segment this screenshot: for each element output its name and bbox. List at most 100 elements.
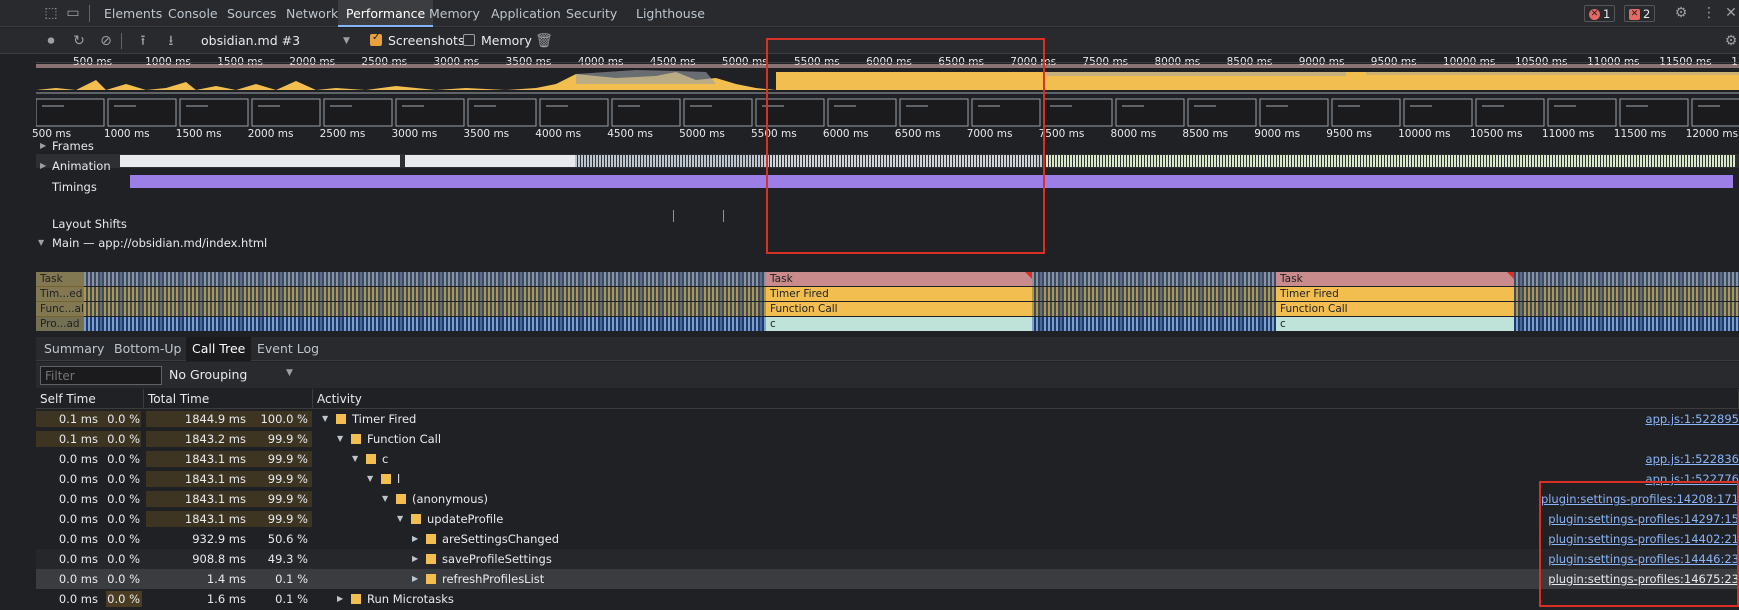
flame-row-label[interactable]: Pro...ad	[36, 317, 84, 332]
filter-input[interactable]	[40, 366, 162, 385]
issue-count-badge[interactable]: ✕ 2	[1624, 5, 1656, 22]
frames-expand-icon[interactable]: ▶	[40, 141, 46, 150]
frame-tick	[1355, 155, 1357, 167]
flame-slice	[1580, 272, 1582, 286]
grouping-select[interactable]: No Grouping	[169, 362, 247, 388]
collapse-icon[interactable]: ▼	[322, 409, 328, 429]
column-header-total-time[interactable]: Total Time	[144, 389, 313, 409]
tab-lighthouse[interactable]: Lighthouse	[628, 0, 713, 27]
tab-sources[interactable]: Sources	[219, 0, 284, 27]
table-row[interactable]: 0.0 ms 0.0 % 1.4 ms 0.1 % ▶ refreshProfilesLi…	[36, 569, 1739, 589]
collapse-icon[interactable]: ▼	[367, 469, 373, 489]
timer-fired-bar-label[interactable]: Timer Fired	[1276, 287, 1514, 302]
table-row[interactable]: 0.0 ms 0.0 % 908.8 ms 49.3 % ▶ saveProfileSet…	[36, 549, 1739, 569]
tab-security[interactable]: Security	[558, 0, 625, 27]
expand-icon[interactable]: ▶	[412, 569, 418, 589]
download-icon[interactable]: ⭳	[162, 32, 180, 50]
tab-event-log[interactable]: Event Log	[251, 337, 325, 361]
collapse-icon[interactable]: ▼	[352, 449, 358, 469]
collect-garbage-icon[interactable]: 🗑	[535, 32, 553, 50]
error-count-badge[interactable]: ✕ 1	[1584, 5, 1616, 22]
flame-slice	[1728, 317, 1730, 331]
flame-slice	[696, 317, 698, 331]
flame-slice	[180, 287, 182, 301]
capture-settings-icon[interactable]: ⚙	[1722, 32, 1739, 50]
flame-slice	[212, 272, 214, 286]
table-row[interactable]: 0.0 ms 0.0 % 932.9 ms 50.6 % ▶ areSettingsCha…	[36, 529, 1739, 549]
tab-memory[interactable]: Memory	[421, 0, 488, 27]
flame-slice	[1664, 287, 1666, 301]
column-header-self-time[interactable]: Self Time	[36, 389, 144, 409]
expand-icon[interactable]: ▶	[412, 549, 418, 569]
c-bar-label[interactable]: c	[1276, 317, 1514, 332]
frames-track-label[interactable]: Frames	[52, 139, 94, 153]
timer-fired-bar-label[interactable]: Timer Fired	[766, 287, 1032, 302]
frame-tick	[611, 155, 613, 167]
main-collapse-icon[interactable]: ▼	[38, 238, 44, 247]
flame-slice	[604, 302, 606, 316]
animation-expand-icon[interactable]: ▶	[40, 161, 46, 170]
flame-slice	[316, 272, 318, 286]
tab-bottom-up[interactable]: Bottom-Up	[108, 337, 187, 361]
expand-icon[interactable]: ▶	[412, 529, 418, 549]
tab-summary[interactable]: Summary	[38, 337, 110, 361]
memory-checkbox[interactable]	[463, 34, 475, 46]
close-icon[interactable]: ✕	[1722, 4, 1739, 22]
function-call-bar-label[interactable]: Function Call	[766, 302, 1032, 317]
tab-network[interactable]: Network	[278, 0, 346, 27]
table-row[interactable]: 0.1 ms 0.0 % 1843.2 ms 99.9 % ▼ Function Call	[36, 429, 1739, 449]
tab-performance[interactable]: Performance	[338, 0, 434, 27]
collapse-icon[interactable]: ▼	[382, 489, 388, 509]
task-bar-label[interactable]: Task	[1276, 272, 1514, 287]
flame-row-label[interactable]: Tim...ed	[36, 287, 84, 302]
flame-slice	[1608, 302, 1610, 316]
flame-slice	[1236, 317, 1238, 331]
main-track-label[interactable]: Main — app://obsidian.md/index.html	[52, 236, 267, 250]
upload-icon[interactable]: ⭱	[134, 32, 152, 50]
source-link[interactable]: app.js:1:522836	[1646, 449, 1739, 469]
tab-application[interactable]: Application	[483, 0, 569, 27]
flame-slice	[1272, 272, 1274, 286]
table-row[interactable]: 0.1 ms 0.0 % 1844.9 ms 100.0 % ▼ Timer Fired a…	[36, 409, 1739, 429]
frame-tick	[1466, 155, 1468, 167]
function-call-bar-label[interactable]: Function Call	[1276, 302, 1514, 317]
flame-slice	[388, 302, 390, 316]
more-options-icon[interactable]: ⋮	[1700, 4, 1718, 22]
flame-slice	[436, 302, 438, 316]
flame-slice	[256, 302, 258, 316]
frame-tick	[1454, 155, 1456, 167]
flame-slice	[1672, 272, 1674, 286]
c-bar-label[interactable]: c	[766, 317, 1032, 332]
screenshot-thumbnail-line	[114, 105, 136, 107]
flame-slice	[732, 317, 734, 331]
collapse-icon[interactable]: ▼	[397, 509, 403, 529]
flame-row-label[interactable]: Task	[36, 272, 84, 287]
gear-icon[interactable]: ⚙	[1672, 4, 1690, 22]
animation-track-label[interactable]: Animation	[52, 159, 111, 173]
collapse-icon[interactable]: ▼	[337, 429, 343, 449]
device-toolbar-icon[interactable]: ▭	[64, 4, 82, 22]
flame-slice	[1176, 287, 1178, 301]
tab-console[interactable]: Console	[160, 0, 226, 27]
flame-slice	[272, 287, 274, 301]
reload-record-icon[interactable]: ↻	[70, 32, 88, 50]
table-row[interactable]: 0.0 ms 0.0 % 1843.1 ms 99.9 % ▼ updateProfile…	[36, 509, 1739, 529]
flame-slice	[1544, 317, 1546, 331]
table-row[interactable]: 0.0 ms 0.0 % 1.6 ms 0.1 % ▶ Run Microtasks	[36, 589, 1739, 609]
table-row[interactable]: 0.0 ms 0.0 % 1843.1 ms 99.9 % ▼ c app.js:1:522…	[36, 449, 1739, 469]
inspect-element-icon[interactable]: ⬚	[42, 4, 60, 22]
table-row[interactable]: 0.0 ms 0.0 % 1843.1 ms 99.9 % ▼ l app.js:1:522…	[36, 469, 1739, 489]
column-header-activity[interactable]: Activity	[313, 389, 1739, 409]
task-bar-label[interactable]: Task	[766, 272, 1032, 287]
flame-slice	[532, 317, 534, 331]
screenshots-checkbox[interactable]	[370, 32, 382, 46]
recording-select[interactable]: obsidian.md #3	[201, 28, 351, 54]
flame-slice	[1264, 272, 1266, 286]
record-icon[interactable]: ⏺	[42, 32, 60, 50]
table-row[interactable]: 0.0 ms 0.0 % 1843.1 ms 99.9 % ▼ (anonymous) pl…	[36, 489, 1739, 509]
expand-icon[interactable]: ▶	[337, 589, 343, 609]
flame-row-label[interactable]: Func...all	[36, 302, 84, 317]
clear-icon[interactable]: ⊘	[97, 32, 115, 50]
source-link[interactable]: app.js:1:522895	[1646, 409, 1739, 429]
tab-call-tree[interactable]: Call Tree	[186, 337, 252, 361]
